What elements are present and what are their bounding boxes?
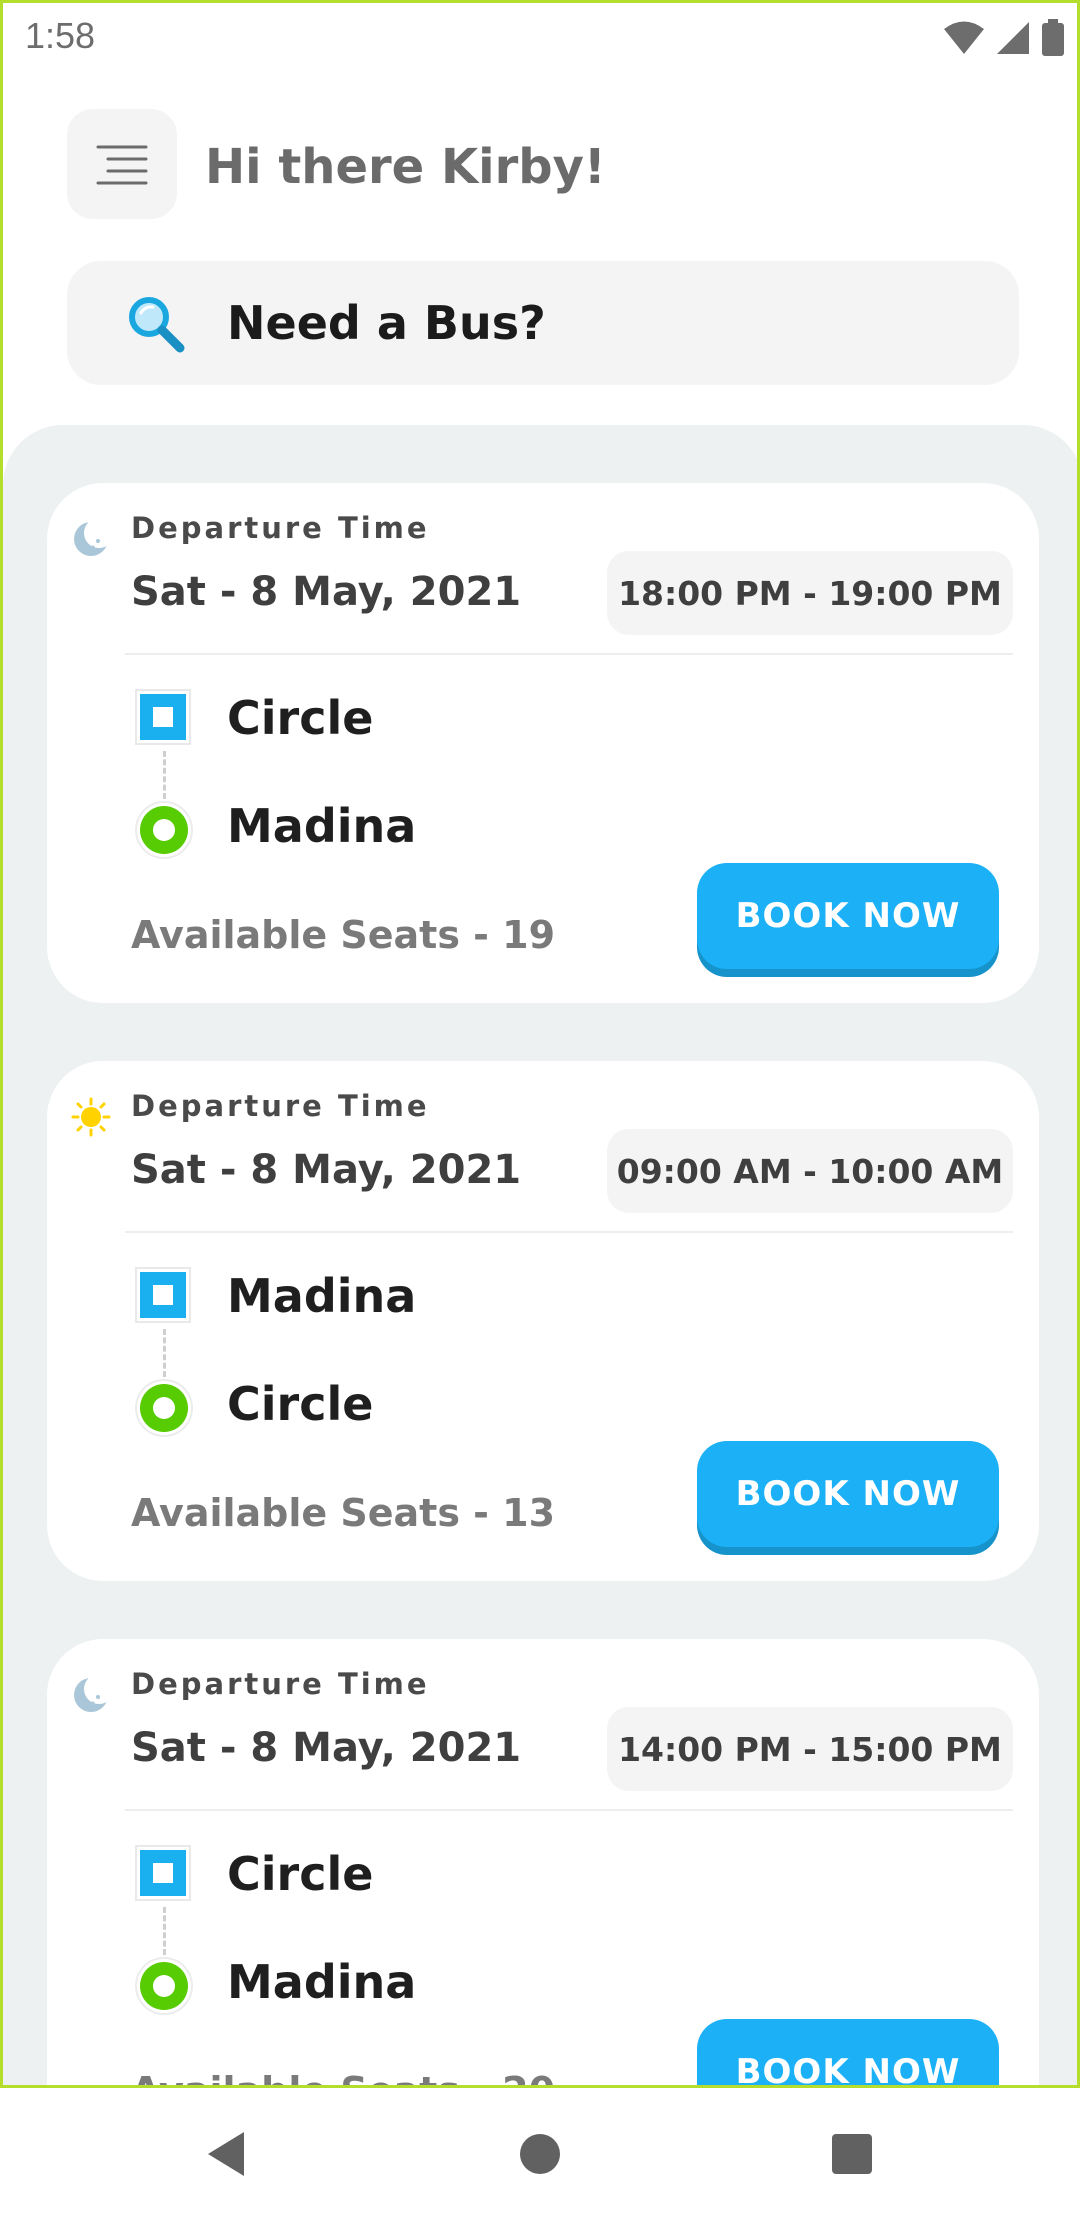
trip-card: Departure Time Sat - 8 May, 2021 09:00 A… xyxy=(47,1061,1039,1581)
origin-marker xyxy=(135,689,191,745)
divider xyxy=(125,1231,1013,1233)
destination-marker xyxy=(135,1957,193,2015)
app-frame: 1:58 Hi there Kirby! Need a Bus? Departu… xyxy=(0,0,1080,2088)
battery-icon xyxy=(1042,19,1064,56)
search-icon xyxy=(129,297,185,353)
sun-icon xyxy=(71,1097,111,1137)
menu-icon xyxy=(96,145,148,185)
origin-stop: Circle xyxy=(227,691,374,745)
departure-label: Departure Time xyxy=(131,511,430,545)
divider xyxy=(125,653,1013,655)
destination-stop: Circle xyxy=(227,1377,374,1431)
origin-stop: Madina xyxy=(227,1269,417,1323)
book-now-button[interactable]: BOOK NOW xyxy=(697,1441,999,1547)
trip-list: Departure Time Sat - 8 May, 2021 18:00 P… xyxy=(3,425,1077,2085)
origin-stop: Circle xyxy=(227,1847,374,1901)
available-seats: Available Seats - 19 xyxy=(131,913,556,957)
trip-card: Departure Time Sat - 8 May, 2021 18:00 P… xyxy=(47,483,1039,1003)
menu-button[interactable] xyxy=(67,109,177,219)
destination-marker xyxy=(135,1379,193,1437)
trip-card: Departure Time Sat - 8 May, 2021 14:00 P… xyxy=(47,1639,1039,2085)
route-connector xyxy=(163,751,166,799)
available-seats: Available Seats - 13 xyxy=(131,1491,556,1535)
search-bar[interactable]: Need a Bus? xyxy=(67,261,1019,385)
moon-stars-icon xyxy=(74,1675,111,1712)
departure-label: Departure Time xyxy=(131,1667,430,1701)
status-icons xyxy=(943,19,1065,57)
route-connector xyxy=(163,1907,166,1955)
departure-date: Sat - 8 May, 2021 xyxy=(131,1147,522,1193)
signal-icon xyxy=(997,22,1029,54)
time-range: 14:00 PM - 15:00 PM xyxy=(607,1707,1013,1791)
divider xyxy=(125,1809,1013,1811)
departure-label: Departure Time xyxy=(131,1089,430,1123)
departure-date: Sat - 8 May, 2021 xyxy=(131,1725,522,1771)
origin-marker xyxy=(135,1845,191,1901)
route-connector xyxy=(163,1329,166,1377)
greeting-title: Hi there Kirby! xyxy=(205,139,606,195)
book-now-button[interactable]: BOOK NOW xyxy=(697,863,999,969)
moon-stars-icon xyxy=(74,519,111,556)
available-seats: Available Seats - 20 xyxy=(131,2069,555,2085)
origin-marker xyxy=(135,1267,191,1323)
status-bar: 1:58 xyxy=(3,3,1077,71)
recents-icon[interactable] xyxy=(826,2128,878,2180)
status-time: 1:58 xyxy=(25,15,96,56)
wifi-icon xyxy=(944,21,984,54)
destination-stop: Madina xyxy=(227,1955,417,2009)
navigation-bar xyxy=(0,2088,1080,2220)
book-now-button[interactable]: BOOK NOW xyxy=(697,2019,999,2085)
search-label: Need a Bus? xyxy=(227,296,546,350)
time-range: 18:00 PM - 19:00 PM xyxy=(607,551,1013,635)
home-icon[interactable] xyxy=(514,2128,566,2180)
time-range: 09:00 AM - 10:00 AM xyxy=(607,1129,1013,1213)
departure-date: Sat - 8 May, 2021 xyxy=(131,569,522,615)
destination-stop: Madina xyxy=(227,799,417,853)
back-icon[interactable] xyxy=(200,2128,252,2180)
destination-marker xyxy=(135,801,193,859)
